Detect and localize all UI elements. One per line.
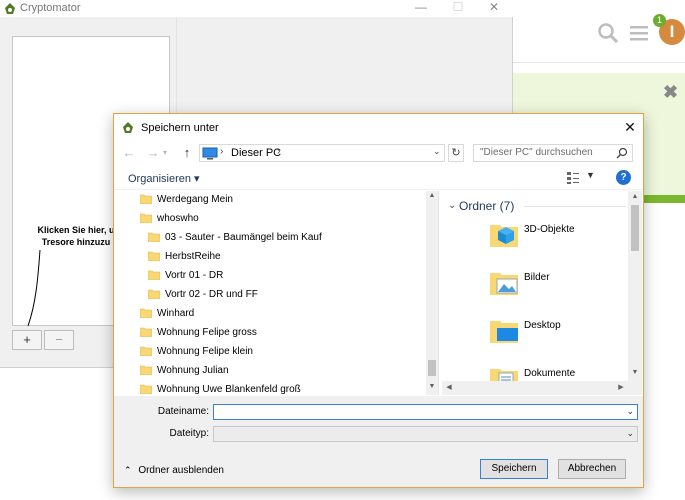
- chevron-down-icon[interactable]: ▼: [586, 170, 595, 180]
- back-button[interactable]: ←: [121, 145, 137, 161]
- computer-icon: [202, 147, 218, 160]
- folder-item[interactable]: 3D-Objekte: [488, 217, 618, 261]
- file-view[interactable]: ⌄ Ordner (7) 3D-Objekte Bilder Desktop Doku…: [442, 191, 628, 395]
- chevron-down-icon[interactable]: ⌄: [626, 406, 634, 417]
- remove-vault-button[interactable]: −: [44, 330, 74, 350]
- tree-item-label: Vortr 01 - DR: [165, 270, 224, 281]
- folder-item-label: 3D-Objekte: [524, 224, 575, 235]
- folder-icon: [147, 251, 161, 262]
- search-placeholder: "Dieser PC" durchsuchen: [480, 147, 593, 158]
- banner-close-icon[interactable]: ✖: [663, 82, 678, 103]
- hamburger-menu-icon[interactable]: [629, 24, 649, 42]
- header-divider: [513, 62, 685, 63]
- 3d-objects-folder-icon: [488, 217, 520, 249]
- folder-item-label: Bilder: [524, 272, 550, 283]
- cryptomator-titlebar: Cryptomator — ☐ ✕: [0, 0, 513, 17]
- tree-item-label: whoswho: [157, 213, 199, 224]
- folder-icon: [139, 384, 153, 395]
- dialog-close-button[interactable]: ✕: [616, 117, 644, 137]
- help-icon[interactable]: ?: [616, 170, 631, 185]
- cryptomator-title: Cryptomator: [20, 2, 81, 14]
- hide-folders-label: Ordner ausblenden: [138, 465, 224, 476]
- refresh-icon[interactable]: ↻: [448, 144, 464, 162]
- add-vault-button[interactable]: +: [12, 330, 42, 350]
- cancel-button[interactable]: Abbrechen: [558, 459, 626, 479]
- chevron-down-icon[interactable]: ⌄: [448, 200, 456, 211]
- chevron-down-icon[interactable]: ⌄: [433, 146, 441, 157]
- tree-item-label: Werdegang Mein: [157, 194, 233, 205]
- chevron-right-icon[interactable]: ›: [277, 146, 280, 157]
- file-view-hscrollbar[interactable]: ◀ ▶: [442, 381, 628, 395]
- hint-arrow-line: [27, 249, 41, 327]
- group-divider: [524, 206, 626, 207]
- close-button[interactable]: ✕: [476, 0, 512, 17]
- tree-item-label: HerbstReihe: [165, 251, 221, 262]
- tree-item-label: Wohnung Felipe klein: [157, 346, 253, 357]
- cryptomator-logo-icon: [5, 3, 15, 14]
- view-options-icon[interactable]: [566, 171, 580, 185]
- hide-folders-toggle[interactable]: ⌃ Ordner ausblenden: [124, 465, 224, 476]
- folder-icon: [139, 346, 153, 357]
- folder-item[interactable]: Bilder: [488, 265, 618, 309]
- save-as-dialog: Speichern unter ✕ ← → ▾ ↑ › Dieser PC › …: [113, 113, 644, 488]
- folder-item-label: Dokumente: [524, 368, 576, 379]
- navigation-bar: ← → ▾ ↑ › Dieser PC › ⌄ ↻ "Dieser PC" du…: [114, 142, 643, 164]
- chevron-down-icon[interactable]: ⌄: [626, 428, 634, 439]
- folder-item[interactable]: Desktop: [488, 313, 618, 357]
- search-icon[interactable]: [597, 22, 619, 44]
- folder-icon: [147, 270, 161, 281]
- desktop-folder-icon: [488, 313, 520, 345]
- folder-icon: [139, 213, 153, 224]
- folder-icon: [139, 327, 153, 338]
- file-view-scrollbar[interactable]: ▲ ▼: [628, 191, 642, 395]
- chevron-up-icon: ⌃: [124, 465, 132, 475]
- pane-divider[interactable]: [438, 191, 439, 395]
- folder-tree[interactable]: Werdegang Mein whoswho 03 - Sauter - Baumä…: [114, 191, 426, 395]
- tree-item-label: Wohnung Julian: [157, 365, 229, 376]
- folder-icon: [139, 308, 153, 319]
- tree-item-label: Wohnung Uwe Blankenfeld groß: [157, 384, 301, 395]
- save-form: Dateiname: ⌄ Dateityp: ⌄: [114, 396, 643, 451]
- minimize-button[interactable]: —: [403, 0, 439, 17]
- tree-item-label: 03 - Sauter - Baumängel beim Kauf: [165, 232, 322, 243]
- maximize-button[interactable]: ☐: [440, 0, 476, 17]
- save-button[interactable]: Speichern: [480, 459, 548, 479]
- filetype-select[interactable]: ⌄: [213, 426, 638, 442]
- folder-group-header[interactable]: Ordner (7): [459, 199, 514, 213]
- folder-item-label: Desktop: [524, 320, 561, 331]
- search-icon: [616, 147, 628, 159]
- folder-icon: [139, 365, 153, 376]
- folder-icon: [139, 194, 153, 205]
- filename-field[interactable]: ⌄: [213, 404, 638, 420]
- tree-item-label: Wohnung Felipe gross: [157, 327, 257, 338]
- chevron-right-icon[interactable]: ›: [220, 146, 223, 157]
- tree-scrollbar[interactable]: ▲ ▼: [426, 191, 438, 395]
- up-button[interactable]: ↑: [179, 145, 195, 161]
- dialog-footer: ⌃ Ordner ausblenden Speichern Abbrechen: [114, 451, 643, 487]
- filetype-label: Dateityp:: [169, 428, 209, 439]
- address-path[interactable]: Dieser PC: [231, 147, 281, 159]
- folder-icon: [147, 289, 161, 300]
- address-bar[interactable]: › Dieser PC › ⌄: [199, 144, 445, 162]
- dialog-title: Speichern unter: [141, 122, 219, 134]
- folder-icon: [147, 232, 161, 243]
- notification-badge: 1: [653, 14, 666, 27]
- filename-label: Dateiname:: [157, 406, 209, 417]
- cryptomator-logo-icon: [123, 122, 133, 133]
- organize-menu[interactable]: Organisieren ▾: [128, 172, 200, 185]
- tree-item-label: Winhard: [157, 308, 195, 319]
- pictures-folder-icon: [488, 265, 520, 297]
- add-vault-hint: Klicken Sie hier, u Tresore hinzuzu: [37, 225, 115, 247]
- tree-item-label: Vortr 02 - DR und FF: [165, 289, 258, 300]
- command-bar: Organisieren ▾ ▼ ?: [114, 168, 643, 190]
- search-input[interactable]: "Dieser PC" durchsuchen: [473, 144, 633, 162]
